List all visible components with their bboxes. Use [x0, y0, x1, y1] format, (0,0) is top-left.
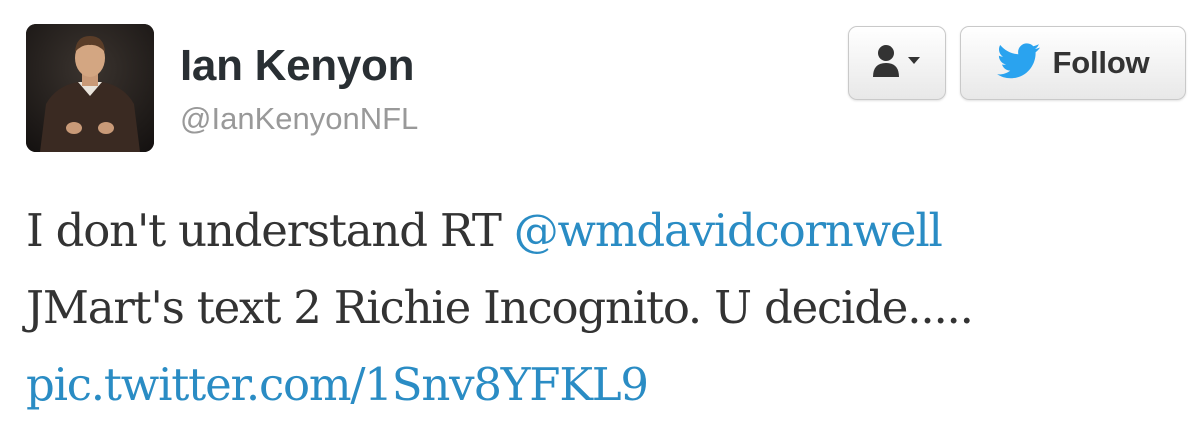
user-actions-dropdown-button[interactable] [848, 26, 946, 100]
tweet-text-segment: I don't understand RT [26, 204, 514, 257]
tweet-line-2: JMart's text 2 Richie Incognito. U decid… [26, 281, 974, 334]
profile-photo [26, 24, 154, 152]
follow-label: Follow [1052, 45, 1150, 80]
person-dropdown-icon [870, 43, 924, 84]
tweet-text: I don't understand RT @wmdavidcornwell J… [26, 192, 1186, 423]
twitter-bird-icon [996, 42, 1041, 84]
follow-button[interactable]: Follow [960, 26, 1186, 100]
mention-link[interactable]: @wmdavidcornwell [514, 204, 943, 257]
tweet-line-1: I don't understand RT @wmdavidcornwell [26, 192, 1186, 269]
display-name[interactable]: Ian Kenyon [180, 40, 414, 92]
tweet-line-3: pic.twitter.com/1Snv8YFKL9 [26, 346, 1186, 423]
user-handle[interactable]: @IanKenyonNFL [180, 100, 418, 138]
avatar[interactable] [26, 24, 154, 152]
tweet-card: Ian Kenyon @IanKenyonNFL Follow I don't … [0, 0, 1200, 432]
pic-link[interactable]: pic.twitter.com/1Snv8YFKL9 [26, 358, 649, 411]
